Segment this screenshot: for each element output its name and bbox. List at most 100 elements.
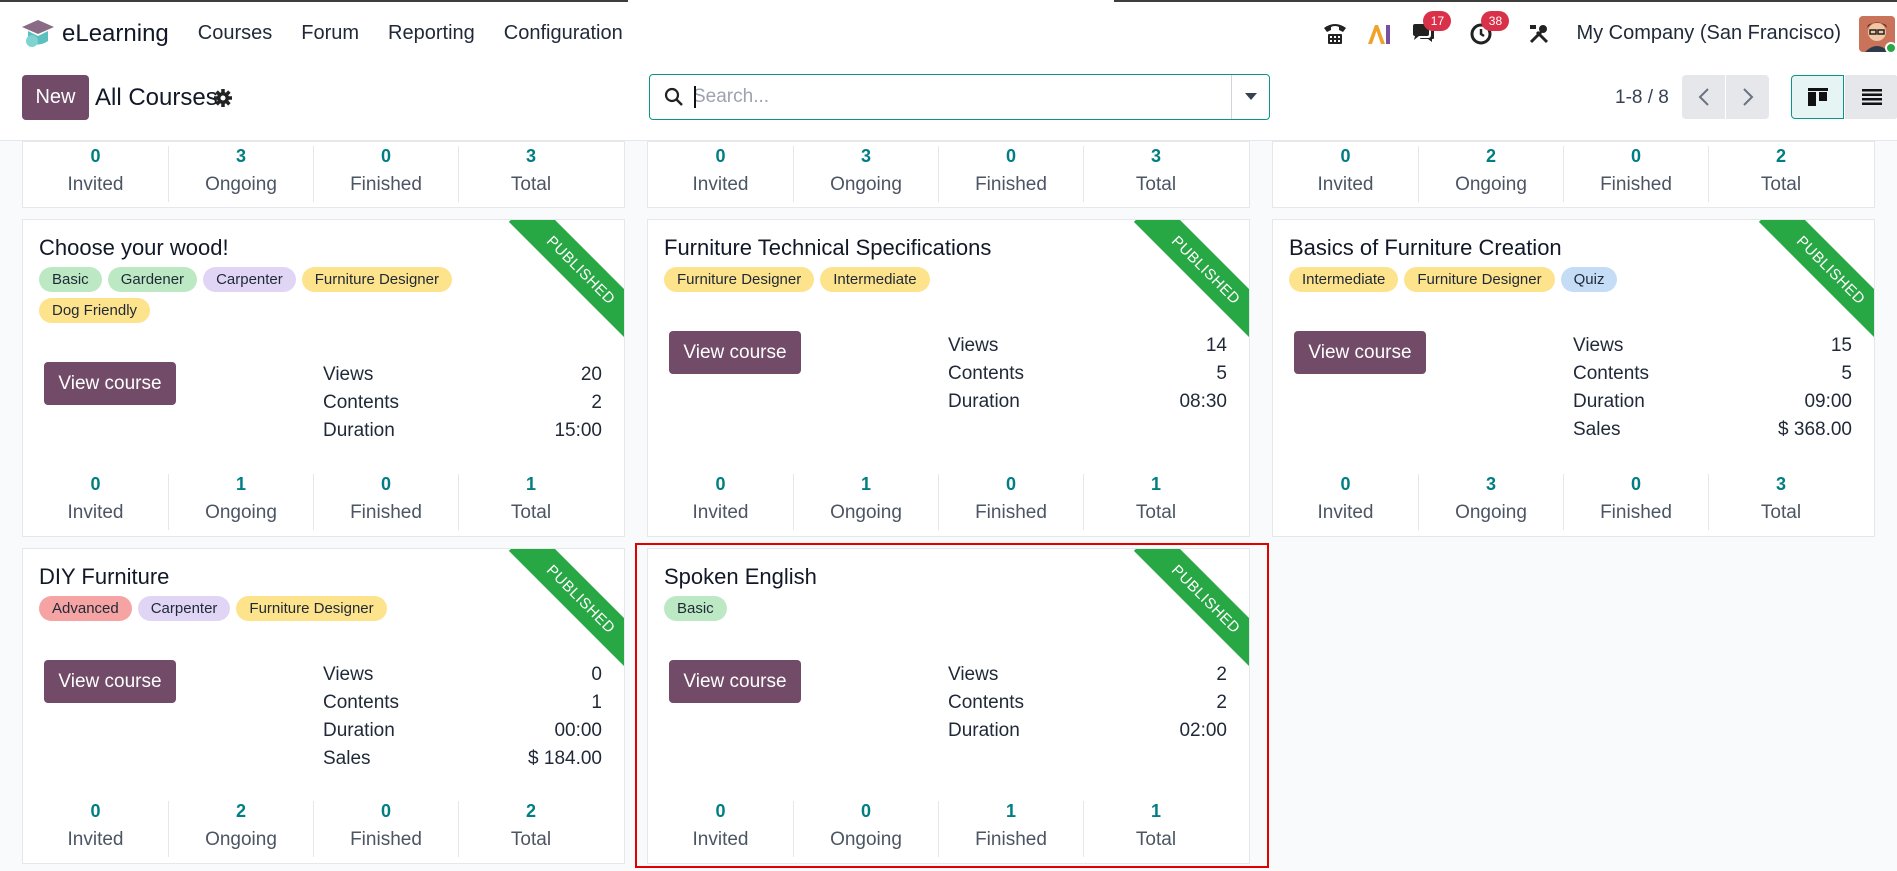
chat-icon[interactable]: 17: [1408, 10, 1452, 49]
search-options-toggle[interactable]: [1231, 75, 1269, 119]
published-ribbon: PUBLISHED: [508, 549, 624, 672]
ongoing-count[interactable]: 3: [794, 146, 938, 166]
ongoing-count[interactable]: 3: [169, 146, 313, 166]
course-card[interactable]: Choose your wood! Basic Gardener Carpent…: [22, 219, 625, 537]
total-count[interactable]: 2: [1709, 146, 1853, 166]
pager-previous-button[interactable]: [1682, 75, 1725, 119]
debug-tools-icon[interactable]: [1524, 19, 1554, 49]
finished-count[interactable]: 0: [1564, 474, 1708, 494]
user-avatar[interactable]: [1859, 15, 1895, 52]
ai-icon[interactable]: [1364, 19, 1394, 49]
invited-count[interactable]: 0: [23, 146, 168, 166]
finished-label: Finished: [350, 829, 422, 850]
chevron-left-icon: [1698, 88, 1709, 106]
sales-value: $ 184.00: [528, 748, 602, 769]
invited-count[interactable]: 0: [23, 474, 168, 494]
duration-row: Duration 00:00: [323, 720, 602, 748]
total-label: Total: [1760, 174, 1802, 195]
menu-configuration[interactable]: Configuration: [504, 22, 623, 45]
ongoing-count[interactable]: 1: [169, 474, 313, 494]
ongoing-count[interactable]: 1: [794, 474, 938, 494]
ongoing-count[interactable]: 2: [1419, 146, 1563, 166]
app-name: eLearning: [62, 19, 169, 47]
finished-label: Finished: [350, 174, 422, 195]
view-course-button[interactable]: View course: [44, 660, 176, 703]
kanban-view-button[interactable]: [1791, 75, 1844, 119]
menu-reporting[interactable]: Reporting: [388, 22, 475, 45]
total-count[interactable]: 1: [1084, 474, 1228, 494]
course-tags: Intermediate Furniture Designer Quiz: [1289, 267, 1759, 292]
invited-label: Invited: [1317, 502, 1374, 523]
total-label: Total: [510, 174, 552, 195]
finished-label: Finished: [1600, 502, 1672, 523]
total-label: Total: [510, 502, 552, 523]
online-status-dot: [1885, 41, 1895, 52]
ongoing-count[interactable]: 3: [1419, 474, 1563, 494]
course-card-partial[interactable]: 0 Invited 3 Ongoing 0 Finished 3 Total: [22, 141, 625, 208]
phone-icon[interactable]: [1320, 19, 1350, 49]
invited-count[interactable]: 0: [1273, 474, 1418, 494]
course-tag: Carpenter: [203, 267, 296, 292]
invited-label: Invited: [67, 174, 124, 195]
finished-count[interactable]: 0: [314, 474, 458, 494]
contents-label: Contents: [323, 392, 400, 413]
total-label: Total: [1135, 502, 1177, 523]
invited-count[interactable]: 0: [648, 146, 793, 166]
views-label: Views: [1573, 335, 1624, 356]
finished-count[interactable]: 0: [314, 801, 458, 821]
pager-value[interactable]: 1-8 / 8: [1615, 87, 1669, 109]
search-input[interactable]: [693, 79, 1213, 115]
views-value: 0: [591, 664, 602, 685]
course-card[interactable]: Furniture Technical Specifications Furni…: [647, 219, 1250, 537]
total-count[interactable]: 3: [1084, 146, 1228, 166]
views-value: 14: [1205, 335, 1227, 356]
messages-badge: 17: [1423, 10, 1452, 31]
menu-courses[interactable]: Courses: [198, 22, 272, 45]
invited-count[interactable]: 0: [23, 801, 168, 821]
kanban-icon: [1807, 88, 1828, 106]
list-view-button[interactable]: [1845, 75, 1897, 119]
duration-value: 15:00: [554, 420, 602, 441]
course-tag: Advanced: [39, 596, 132, 621]
course-card-partial[interactable]: 0 Invited 2 Ongoing 0 Finished 2 Total: [1272, 141, 1875, 208]
invited-count[interactable]: 0: [648, 474, 793, 494]
course-card-partial[interactable]: 0 Invited 3 Ongoing 0 Finished 3 Total: [647, 141, 1250, 208]
selection-highlight-box: [635, 543, 1269, 868]
course-tags: Basic Gardener Carpenter Furniture Desig…: [39, 267, 509, 323]
view-course-button[interactable]: View course: [1294, 331, 1426, 374]
chevron-right-icon: [1742, 88, 1753, 106]
pager-next-button[interactable]: [1726, 75, 1769, 119]
duration-label: Duration: [323, 420, 395, 441]
new-button[interactable]: New: [22, 75, 89, 120]
finished-count[interactable]: 0: [939, 146, 1083, 166]
menu-forum[interactable]: Forum: [301, 22, 359, 45]
view-course-button[interactable]: View course: [669, 331, 801, 374]
course-card[interactable]: Basics of Furniture Creation Intermediat…: [1272, 219, 1875, 537]
finished-count[interactable]: 0: [939, 474, 1083, 494]
course-tag: Intermediate: [1289, 267, 1399, 292]
view-course-button[interactable]: View course: [44, 362, 176, 405]
page-title: All Courses: [95, 84, 218, 111]
gear-icon[interactable]: [213, 88, 233, 108]
course-tag: Furniture Designer: [1404, 267, 1555, 292]
invited-count[interactable]: 0: [1273, 146, 1418, 166]
total-count[interactable]: 3: [1709, 474, 1853, 494]
contents-value: 5: [1216, 363, 1227, 384]
total-count[interactable]: 3: [459, 146, 603, 166]
course-tag: Intermediate: [820, 267, 930, 292]
duration-value: 00:00: [554, 720, 602, 741]
course-tag: Carpenter: [137, 596, 231, 621]
company-switcher[interactable]: My Company (San Francisco): [1576, 22, 1841, 45]
finished-count[interactable]: 0: [1564, 146, 1708, 166]
list-icon: [1861, 89, 1882, 105]
total-count[interactable]: 2: [459, 801, 603, 821]
total-count[interactable]: 1: [459, 474, 603, 494]
course-title: DIY Furniture: [39, 564, 170, 589]
course-card[interactable]: DIY Furniture Advanced Carpenter Furnitu…: [22, 548, 625, 864]
app-logo[interactable]: eLearning: [20, 17, 198, 51]
total-label: Total: [1760, 502, 1802, 523]
activity-clock-icon[interactable]: 38: [1466, 10, 1510, 49]
contents-value: 5: [1841, 363, 1852, 384]
ongoing-count[interactable]: 2: [169, 801, 313, 821]
finished-count[interactable]: 0: [314, 146, 458, 166]
